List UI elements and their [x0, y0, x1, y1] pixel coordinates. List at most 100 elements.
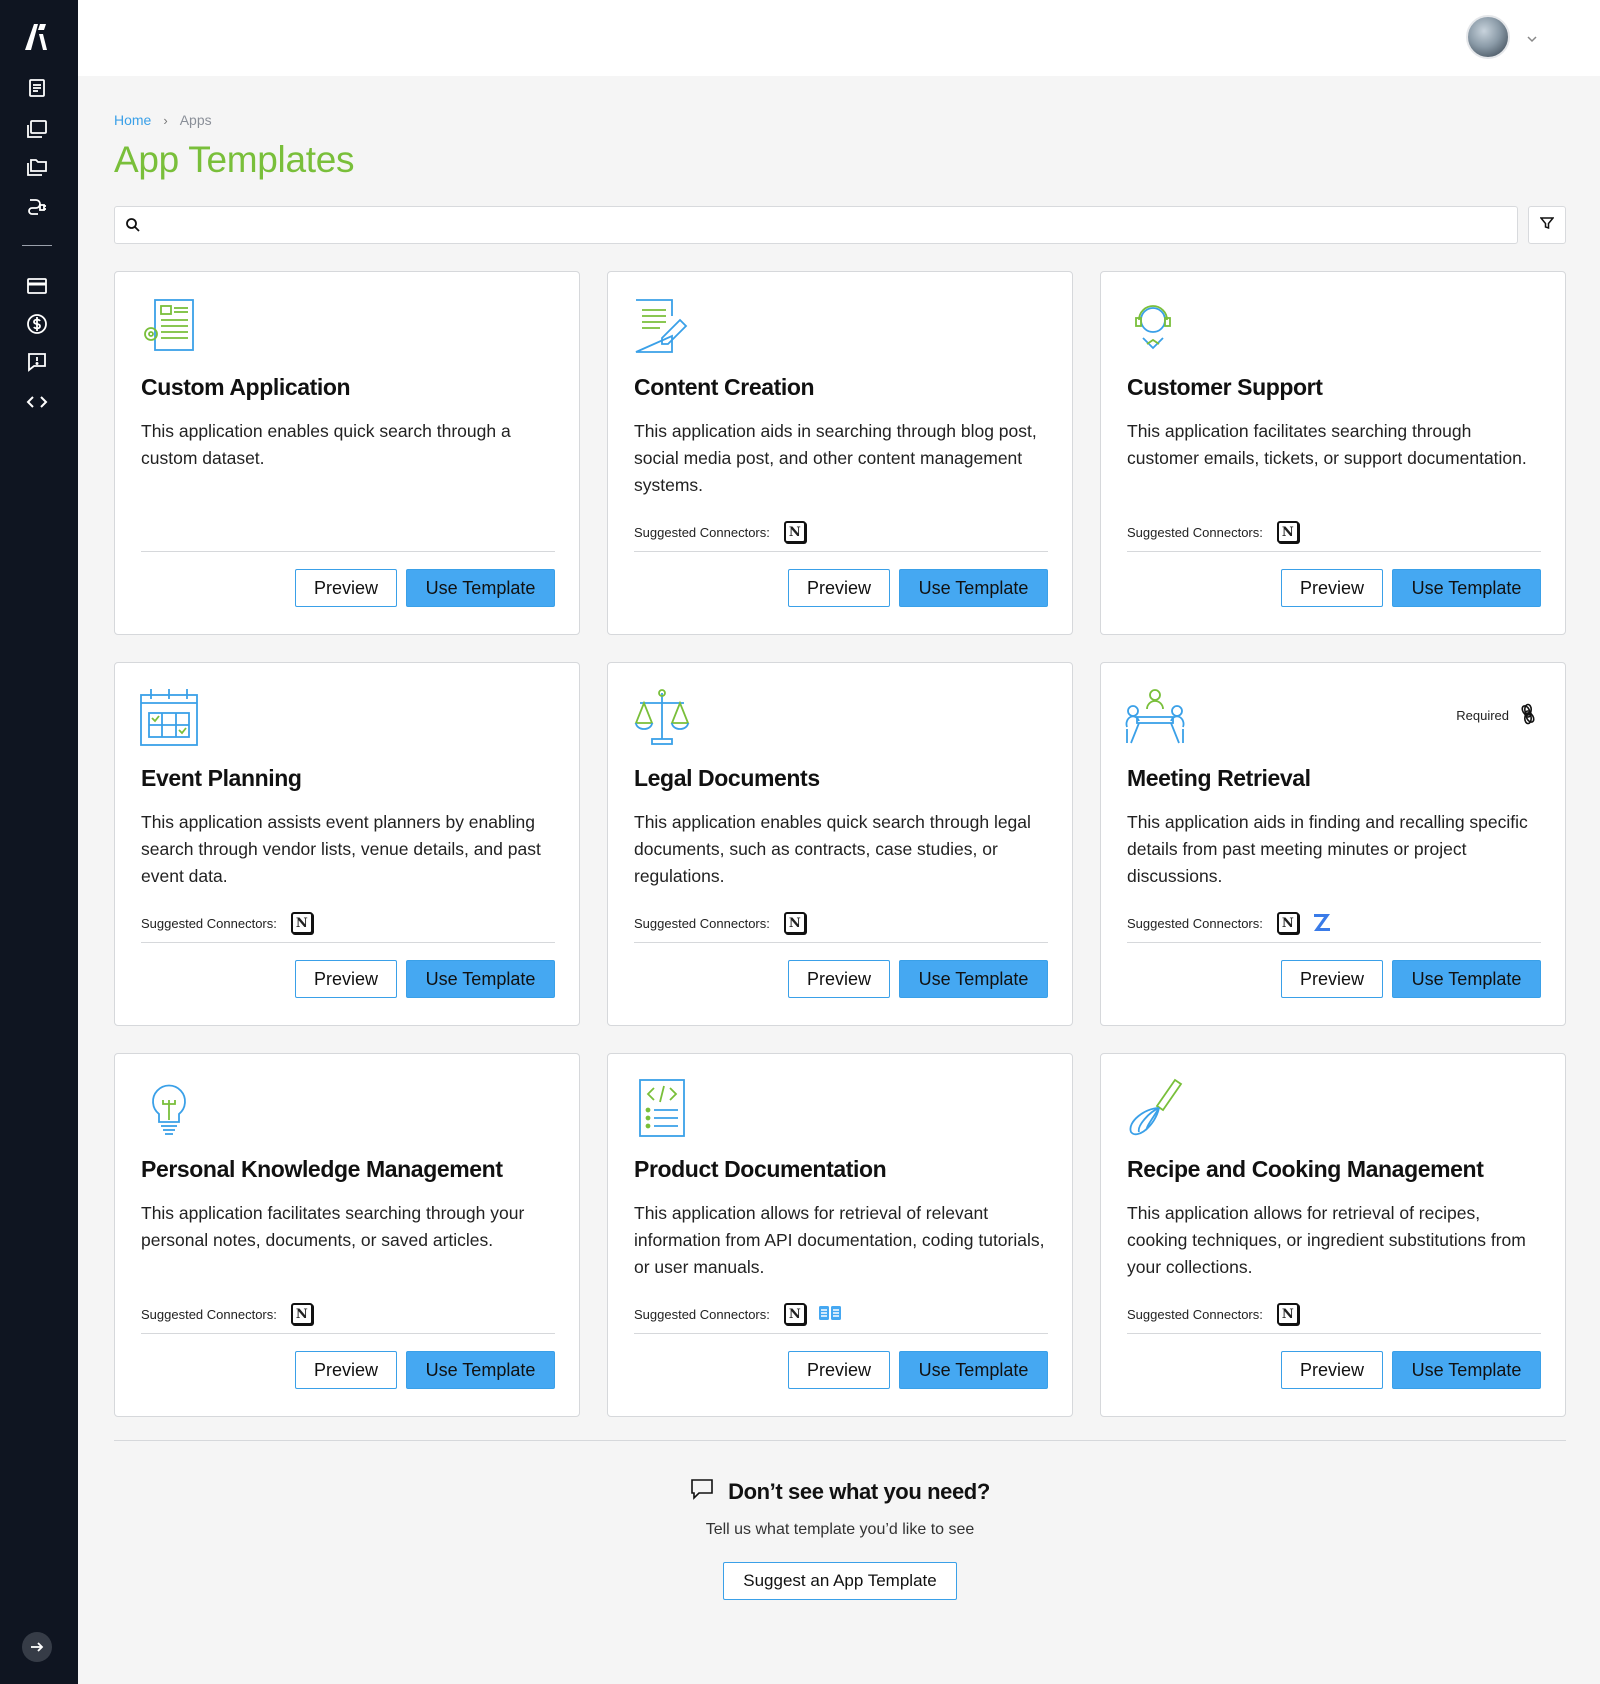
- use-template-button[interactable]: Use Template: [406, 1351, 555, 1389]
- connector-icons: N: [290, 912, 313, 934]
- template-title: Content Creation: [634, 374, 815, 400]
- suggested-connectors: Suggested Connectors: N: [141, 1302, 313, 1326]
- template-description: This application facilitates searching t…: [141, 1203, 525, 1250]
- template-description: This application assists event planners …: [141, 812, 541, 886]
- search-icon: [125, 217, 141, 238]
- card-divider: [634, 551, 1048, 552]
- code-icon[interactable]: [24, 389, 50, 415]
- credit-card-icon[interactable]: [24, 273, 50, 299]
- notion-icon: N: [783, 521, 806, 543]
- template-card[interactable]: Required Meeting Retrieval This applicat…: [1100, 662, 1566, 1026]
- preview-button[interactable]: Preview: [295, 569, 397, 607]
- folder-icon[interactable]: [24, 116, 50, 142]
- use-template-button[interactable]: Use Template: [899, 1351, 1048, 1389]
- use-template-button[interactable]: Use Template: [1392, 960, 1541, 998]
- search-bar: [114, 206, 1518, 244]
- template-title: Personal Knowledge Management: [141, 1156, 503, 1182]
- suggested-connectors: Suggested Connectors: N: [141, 911, 313, 935]
- connector-icons: N: [1276, 521, 1299, 543]
- use-template-button[interactable]: Use Template: [406, 569, 555, 607]
- user-avatar[interactable]: [1466, 15, 1510, 59]
- template-card[interactable]: Content Creation This application aids i…: [607, 271, 1073, 635]
- template-description: This application enables quick search th…: [634, 812, 1031, 886]
- filter-icon: [1539, 216, 1555, 235]
- template-title: Customer Support: [1127, 374, 1323, 400]
- connectors-label: Suggested Connectors:: [141, 915, 277, 931]
- card-divider: [634, 1333, 1048, 1334]
- use-template-button[interactable]: Use Template: [899, 569, 1048, 607]
- template-card[interactable]: Personal Knowledge Management This appli…: [114, 1053, 580, 1417]
- suggested-connectors: Suggested Connectors: N: [1127, 1302, 1299, 1326]
- template-description: This application allows for retrieval of…: [634, 1203, 1045, 1277]
- required-badge: Required: [1456, 703, 1539, 728]
- preview-button[interactable]: Preview: [295, 960, 397, 998]
- template-description: This application aids in finding and rec…: [1127, 812, 1528, 886]
- form-gear-icon: [139, 296, 199, 356]
- card-divider: [1127, 942, 1541, 943]
- preview-button[interactable]: Preview: [1281, 960, 1383, 998]
- card-divider: [634, 942, 1048, 943]
- template-card[interactable]: Event Planning This application assists …: [114, 662, 580, 1026]
- preview-button[interactable]: Preview: [788, 960, 890, 998]
- logo-icon[interactable]: [22, 20, 52, 54]
- preview-button[interactable]: Preview: [295, 1351, 397, 1389]
- card-divider: [141, 942, 555, 943]
- dollar-icon[interactable]: [24, 311, 50, 337]
- connectors-label: Suggested Connectors:: [141, 1306, 277, 1322]
- preview-button[interactable]: Preview: [788, 569, 890, 607]
- breadcrumb-separator: ›: [163, 112, 168, 128]
- connector-icons: N: [1276, 911, 1333, 936]
- notion-icon: N: [783, 912, 806, 934]
- chat-bubble-icon: [690, 1478, 714, 1505]
- template-card[interactable]: Legal Documents This application enables…: [607, 662, 1073, 1026]
- preview-button[interactable]: Preview: [1281, 569, 1383, 607]
- search-input[interactable]: [151, 207, 1511, 243]
- template-card[interactable]: Product Documentation This application a…: [607, 1053, 1073, 1417]
- document-icon[interactable]: [24, 75, 50, 101]
- page-title: App Templates: [114, 139, 355, 180]
- notion-icon: N: [1276, 912, 1299, 934]
- template-title: Legal Documents: [634, 765, 820, 791]
- use-template-button[interactable]: Use Template: [899, 960, 1048, 998]
- connector-icon[interactable]: [24, 193, 50, 219]
- template-card[interactable]: Customer Support This application facili…: [1100, 271, 1566, 635]
- chevron-down-icon[interactable]: [1526, 30, 1538, 48]
- filter-button[interactable]: [1528, 206, 1566, 244]
- arrow-right-icon[interactable]: [22, 1632, 52, 1662]
- document-pen-icon: [632, 296, 692, 356]
- template-title: Event Planning: [141, 765, 302, 791]
- footer-divider: [114, 1440, 1566, 1441]
- template-description: This application allows for retrieval of…: [1127, 1203, 1526, 1277]
- template-description: This application aids in searching throu…: [634, 421, 1037, 495]
- card-divider: [141, 1333, 555, 1334]
- required-label: Required: [1456, 708, 1509, 723]
- confluence-icon: [818, 1304, 842, 1325]
- preview-button[interactable]: Preview: [788, 1351, 890, 1389]
- calendar-icon: [139, 687, 199, 747]
- use-template-button[interactable]: Use Template: [406, 960, 555, 998]
- connector-icons: N: [783, 521, 806, 543]
- footer-heading: Don’t see what you need?: [114, 1478, 1566, 1505]
- folders-icon[interactable]: [24, 154, 50, 180]
- connector-icons: N: [783, 1303, 842, 1325]
- headset-agent-icon: [1125, 296, 1185, 356]
- feedback-icon[interactable]: [24, 349, 50, 375]
- breadcrumb-home[interactable]: Home: [114, 112, 151, 128]
- connectors-label: Suggested Connectors:: [634, 1306, 770, 1322]
- template-description: This application facilitates searching t…: [1127, 421, 1527, 468]
- scales-icon: [632, 687, 692, 747]
- notion-icon: N: [1276, 521, 1299, 543]
- suggest-template-button[interactable]: Suggest an App Template: [723, 1562, 957, 1600]
- footer-subtitle: Tell us what template you’d like to see: [705, 1521, 975, 1538]
- connectors-label: Suggested Connectors:: [634, 915, 770, 931]
- breadcrumb: Home › Apps: [114, 112, 212, 128]
- suggested-connectors: Suggested Connectors: N: [1127, 520, 1299, 544]
- connector-icons: N: [783, 912, 806, 934]
- card-divider: [1127, 551, 1541, 552]
- template-card[interactable]: Custom Application This application enab…: [114, 271, 580, 635]
- use-template-button[interactable]: Use Template: [1392, 569, 1541, 607]
- preview-button[interactable]: Preview: [1281, 1351, 1383, 1389]
- template-card[interactable]: Recipe and Cooking Management This appli…: [1100, 1053, 1566, 1417]
- connectors-label: Suggested Connectors:: [1127, 524, 1263, 540]
- use-template-button[interactable]: Use Template: [1392, 1351, 1541, 1389]
